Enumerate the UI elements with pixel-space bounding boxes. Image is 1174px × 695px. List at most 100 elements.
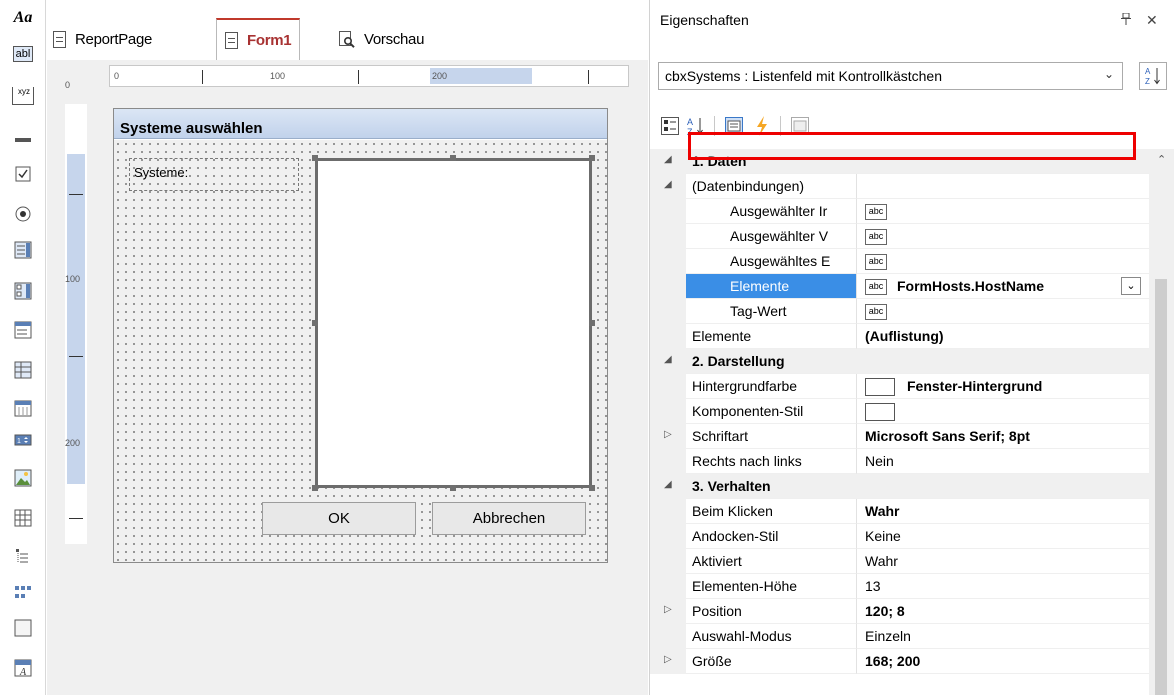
properties-panel: Eigenschaften ✕ cbxSystems : Listenfeld … [649, 0, 1174, 695]
calendar-icon[interactable] [9, 394, 37, 422]
resize-handle[interactable] [589, 320, 595, 326]
property-row[interactable]: Elementen-Höhe 13 [650, 574, 1149, 599]
systems-label[interactable]: Systeme: [129, 158, 299, 191]
tree-view-icon[interactable] [9, 542, 37, 570]
property-row[interactable]: Auswahl-Modus Einzeln [650, 624, 1149, 649]
resize-handle[interactable] [450, 155, 456, 161]
object-selector[interactable]: cbxSystems : Listenfeld mit Kontrollkäst… [658, 62, 1123, 90]
property-grid-scrollbar[interactable]: ⌃ [1149, 149, 1174, 695]
collapse-icon[interactable]: ◢ [664, 154, 672, 165]
property-value[interactable] [857, 399, 1149, 424]
property-category[interactable]: ◢ 3. Verhalten [650, 474, 1149, 499]
property-value[interactable]: abc FormHosts.HostName ⌄ [857, 274, 1149, 299]
toolbox-glyph: abl [12, 46, 34, 62]
property-row[interactable]: Tag-Wert abc [650, 299, 1149, 324]
row-gutter [650, 574, 686, 599]
property-value[interactable]: 13 [857, 574, 1149, 599]
ok-button[interactable]: OK [262, 502, 416, 535]
tab-form1[interactable]: Form1 [216, 18, 301, 60]
form-canvas[interactable]: Systeme auswählen Systeme: OK Abbrechen [113, 108, 608, 563]
property-value[interactable]: Fenster-Hintergrund [857, 374, 1149, 399]
tab-reportpage[interactable]: ReportPage [53, 20, 152, 58]
chevron-down-icon: ⌄ [1126, 280, 1136, 292]
property-row[interactable]: Rechts nach links Nein [650, 449, 1149, 474]
expand-icon[interactable]: ▷ [664, 604, 672, 615]
property-row[interactable]: ▷ Größe 168; 200 [650, 649, 1149, 674]
property-name: Rechts nach links [686, 449, 857, 474]
collapse-icon[interactable]: ◢ [664, 479, 672, 490]
pin-icon[interactable] [1121, 12, 1131, 28]
property-value[interactable]: abc [857, 249, 1149, 274]
form-body[interactable]: Systeme: OK Abbrechen [114, 140, 607, 562]
line-icon[interactable] [9, 126, 37, 154]
checked-listbox-icon[interactable] [9, 277, 37, 305]
close-icon[interactable]: ✕ [1146, 12, 1158, 29]
property-row[interactable]: Komponenten-Stil [650, 399, 1149, 424]
expand-icon[interactable]: ▷ [664, 654, 672, 665]
font-style-icon[interactable]: Aa [9, 4, 37, 32]
property-value[interactable]: abc [857, 199, 1149, 224]
label-group-icon[interactable] [9, 578, 37, 606]
property-row[interactable]: Andocken-Stil Keine [650, 524, 1149, 549]
grid-view-icon[interactable] [9, 356, 37, 384]
numeric-updown-icon[interactable]: 1 [9, 426, 37, 454]
checked-listbox-control[interactable] [315, 158, 592, 488]
tab-label: Form1 [247, 31, 292, 49]
property-row[interactable]: ◢ (Datenbindungen) [650, 174, 1149, 199]
collapse-icon[interactable]: ◢ [664, 179, 672, 190]
property-row[interactable]: ▷ Schriftart Microsoft Sans Serif; 8pt [650, 424, 1149, 449]
property-row[interactable]: Aktiviert Wahr [650, 549, 1149, 574]
property-value[interactable]: abc [857, 299, 1149, 324]
property-value[interactable]: 120; 8 [857, 599, 1149, 624]
combobox-icon[interactable] [9, 316, 37, 344]
property-name: Elemente [686, 324, 857, 349]
property-value[interactable]: Einzeln [857, 624, 1149, 649]
dropdown-button[interactable]: ⌄ [1121, 277, 1141, 295]
textbox-icon[interactable]: abl [9, 40, 37, 68]
tab-vorschau[interactable]: Vorschau [339, 20, 424, 58]
svg-text:1: 1 [17, 438, 21, 445]
cancel-button[interactable]: Abbrechen [432, 502, 586, 535]
property-row[interactable]: Ausgewähltes E abc [650, 249, 1149, 274]
resize-handle[interactable] [312, 155, 318, 161]
sort-alphabetical-button[interactable]: AZ [1139, 62, 1167, 90]
listbox-icon[interactable] [9, 236, 37, 264]
property-value[interactable]: Wahr [857, 499, 1149, 524]
resize-handle[interactable] [312, 320, 318, 326]
panel-icon[interactable] [9, 614, 37, 642]
property-name: (Datenbindungen) [686, 174, 857, 199]
rich-text-icon[interactable]: A [9, 654, 37, 682]
scrollbar-thumb[interactable] [1155, 279, 1167, 695]
resize-handle[interactable] [589, 155, 595, 161]
table-icon[interactable] [9, 504, 37, 532]
property-value[interactable] [857, 174, 1149, 199]
radio-button-icon[interactable] [9, 200, 37, 228]
property-row[interactable]: ▷ Position 120; 8 [650, 599, 1149, 624]
picture-icon[interactable] [9, 464, 37, 492]
masked-textbox-icon[interactable]: xyz [9, 82, 37, 110]
property-row[interactable]: Beim Klicken Wahr [650, 499, 1149, 524]
property-row[interactable]: Ausgewählter Ir abc [650, 199, 1149, 224]
property-value[interactable]: (Auflistung) [857, 324, 1149, 349]
resize-handle[interactable] [312, 485, 318, 491]
property-value[interactable]: Keine [857, 524, 1149, 549]
row-gutter [650, 324, 686, 349]
property-row[interactable]: Elemente abc FormHosts.HostName ⌄ [650, 274, 1149, 299]
collapse-icon[interactable]: ◢ [664, 354, 672, 365]
categorized-view-button[interactable] [658, 114, 682, 138]
checkbox-icon[interactable] [9, 160, 37, 188]
expand-icon[interactable]: ▷ [664, 429, 672, 440]
property-value[interactable]: Wahr [857, 549, 1149, 574]
property-value[interactable]: abc [857, 224, 1149, 249]
property-row[interactable]: Ausgewählter V abc [650, 224, 1149, 249]
property-value[interactable]: 168; 200 [857, 649, 1149, 674]
scroll-up-icon[interactable]: ⌃ [1157, 153, 1166, 166]
resize-handle[interactable] [450, 485, 456, 491]
property-category[interactable]: ◢ 2. Darstellung [650, 349, 1149, 374]
property-grid[interactable]: ◢ 1. Daten ◢ (Datenbindungen) Ausgewählter I… [650, 149, 1149, 695]
property-row[interactable]: Hintergrundfarbe Fenster-Hintergrund [650, 374, 1149, 399]
property-row[interactable]: Elemente (Auflistung) [650, 324, 1149, 349]
property-value[interactable]: Nein [857, 449, 1149, 474]
property-value[interactable]: Microsoft Sans Serif; 8pt [857, 424, 1149, 449]
resize-handle[interactable] [589, 485, 595, 491]
